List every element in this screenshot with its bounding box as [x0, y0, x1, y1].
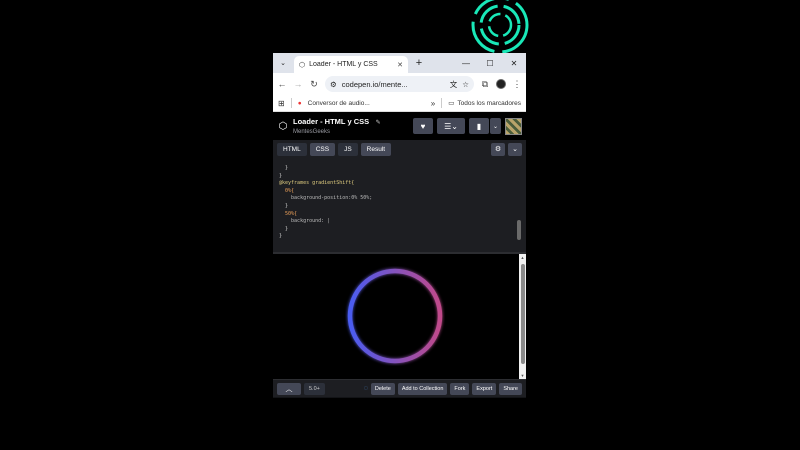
profile-avatar[interactable] — [496, 79, 506, 89]
neon-rings-decoration — [471, 0, 529, 54]
window-controls: — ☐ ✕ — [454, 59, 526, 68]
editor-scrollbar[interactable] — [517, 220, 521, 240]
bookmark-icon[interactable]: ▮ — [469, 118, 489, 134]
bookmark-favicon-icon: ● — [297, 99, 302, 107]
css-code[interactable]: }} @keyframes gradientShift{ 0%{ backgrou… — [273, 158, 526, 241]
tab-html[interactable]: HTML — [277, 142, 307, 156]
all-bookmarks-label: Todos los marcadores — [457, 99, 521, 107]
bookmarks-bar: ⊞ ● Conversor de audio... » ▭ Todos los … — [273, 95, 526, 112]
editor-controls: ⚙ ⌄ — [491, 142, 522, 156]
back-icon[interactable]: ← — [277, 79, 287, 89]
tab-css[interactable]: CSS — [309, 142, 336, 156]
apps-grid-icon[interactable]: ⊞ — [278, 99, 285, 108]
folder-icon: ▭ — [448, 100, 455, 107]
codepen-header: ⬡ Loader - HTML y CSS ✎ MentesGeeks ♥ ☰⌄… — [273, 112, 526, 140]
code-line: 50%{ — [279, 210, 298, 217]
layout-icon[interactable]: ☰⌄ — [437, 118, 465, 134]
code-line: 0%{ — [279, 187, 295, 194]
gradient-ring-loader — [347, 268, 443, 364]
browser-window: ⌄ ⬡ Loader - HTML y CSS ✕ + — ☐ ✕ ← → ↻ … — [273, 53, 526, 398]
extensions-icon[interactable]: ⧉ — [480, 79, 490, 90]
result-scrollbar[interactable]: ▲ ▼ — [519, 254, 526, 379]
code-line: } — [279, 233, 283, 240]
scroll-thumb[interactable] — [520, 264, 525, 364]
new-tab-icon[interactable]: + — [412, 57, 426, 69]
code-line: background-position:0% 50%; — [279, 195, 373, 202]
code-line: @keyframes gradientShift{ — [279, 180, 355, 187]
fork-button[interactable]: Fork — [450, 382, 470, 395]
menu-icon[interactable]: ⋮ — [512, 79, 522, 90]
export-button[interactable]: Export — [472, 382, 497, 395]
delete-button[interactable]: Delete — [370, 382, 395, 395]
codepen-logo-icon[interactable]: ⬡ — [277, 120, 289, 132]
forward-icon[interactable]: → — [293, 79, 303, 89]
code-line: } — [279, 225, 289, 232]
site-info-icon[interactable]: ⚙ — [330, 80, 337, 89]
translate-icon[interactable]: 文 — [450, 79, 458, 90]
reload-icon[interactable]: ↻ — [309, 79, 319, 90]
browser-tab[interactable]: ⬡ Loader - HTML y CSS ✕ — [294, 56, 408, 73]
add-to-collection-button[interactable]: Add to Collection — [397, 382, 448, 395]
tab-result[interactable]: Result — [360, 142, 392, 156]
heart-icon[interactable]: ♥ — [413, 118, 433, 134]
scroll-down-icon[interactable]: ▼ — [519, 373, 526, 378]
save-group: ▮ ⌄ — [469, 118, 501, 134]
version-badge[interactable]: 5.0+ — [304, 382, 325, 395]
edit-pencil-icon[interactable]: ✎ — [376, 120, 381, 126]
pen-author[interactable]: MentesGeeks — [293, 128, 409, 137]
chevron-down-icon[interactable]: ⌄ — [508, 142, 522, 156]
close-window-icon[interactable]: ✕ — [502, 59, 526, 68]
user-avatar[interactable] — [505, 117, 522, 135]
close-tab-icon[interactable]: ✕ — [397, 61, 403, 69]
all-bookmarks[interactable]: ▭ Todos los marcadores — [448, 99, 521, 108]
code-line: } — [279, 172, 283, 179]
url-text[interactable]: codepen.io/mente... — [342, 80, 445, 89]
gear-icon[interactable]: ⚙ — [491, 142, 505, 156]
chevron-down-icon[interactable]: ⌄ — [490, 118, 501, 134]
more-bookmarks-icon[interactable]: » — [431, 99, 435, 108]
maximize-icon[interactable]: ☐ — [478, 59, 502, 68]
console-toggle-chevron-up-icon[interactable]: ︿ — [277, 382, 301, 395]
divider — [441, 98, 443, 108]
tab-search-chevron-icon[interactable]: ⌄ — [276, 56, 290, 70]
minimize-icon[interactable]: — — [454, 59, 478, 68]
bookmark-item[interactable]: Conversor de audio... — [308, 100, 370, 107]
scroll-up-icon[interactable]: ▲ — [519, 255, 526, 260]
omnibox[interactable]: ⚙ codepen.io/mente... 文 ☆ — [325, 76, 474, 92]
code-line: } — [279, 165, 289, 171]
code-editor: HTML CSS JS Result ⚙ ⌄ }} @keyframes grad… — [273, 140, 526, 252]
tab-bar: ⌄ ⬡ Loader - HTML y CSS ✕ + — ☐ ✕ — [273, 53, 526, 73]
editor-tabs: HTML CSS JS Result ⚙ ⌄ — [273, 140, 526, 158]
share-button[interactable]: Share — [499, 382, 522, 395]
bookmark-star-icon[interactable]: ☆ — [462, 80, 469, 89]
result-preview: ▲ ▼ — [273, 254, 526, 379]
tab-js[interactable]: JS — [338, 142, 358, 156]
code-line: } — [279, 202, 289, 209]
codepen-footer: ︿ 5.0+ ◌ Delete Add to Collection Fork E… — [273, 379, 526, 397]
loading-spinner-icon: ◌ — [363, 385, 368, 392]
tab-title: Loader - HTML y CSS — [309, 61, 378, 68]
address-bar-row: ← → ↻ ⚙ codepen.io/mente... 文 ☆ ⧉ ⋮ — [273, 73, 526, 95]
code-line: background: | — [279, 218, 331, 225]
pen-title-block: Loader - HTML y CSS ✎ MentesGeeks — [293, 115, 409, 137]
pen-title[interactable]: Loader - HTML y CSS — [293, 117, 369, 126]
codepen-favicon-icon: ⬡ — [299, 61, 306, 69]
divider — [290, 98, 292, 108]
